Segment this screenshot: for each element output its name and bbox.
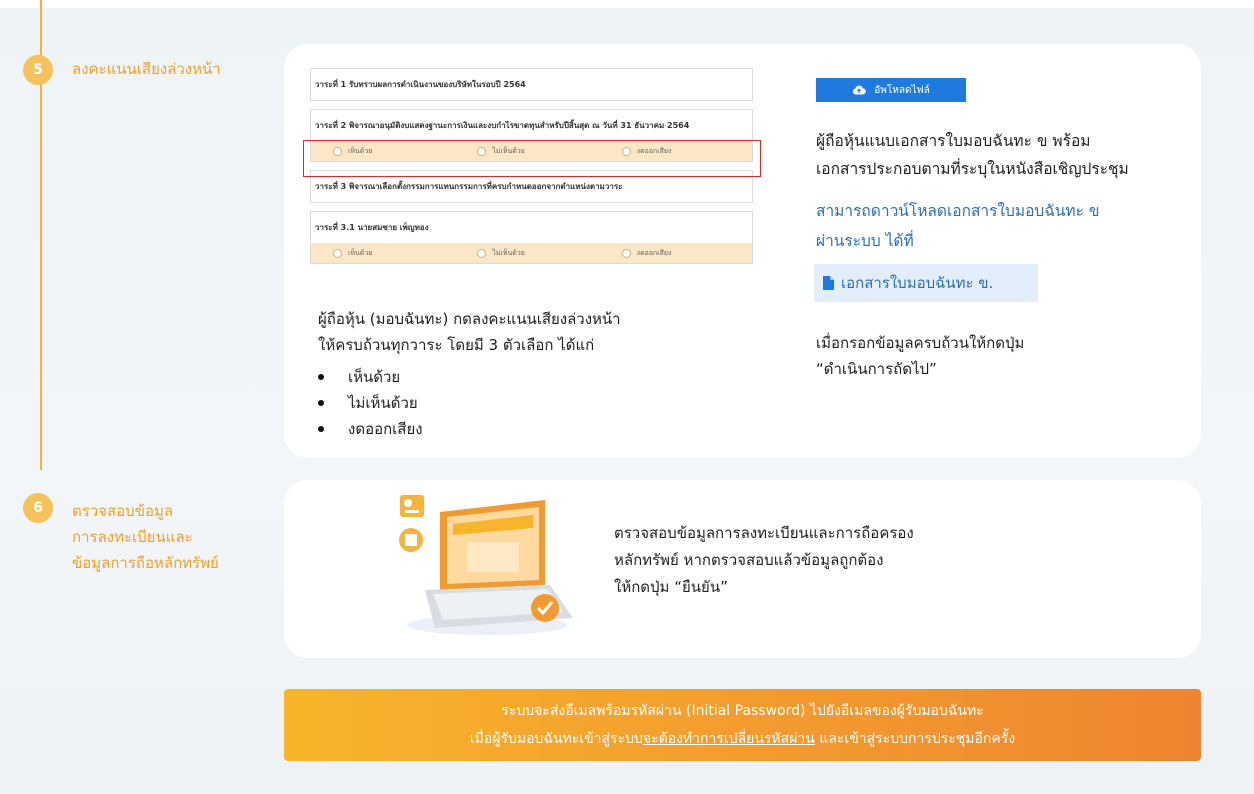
- attach-description: ผู้ถือหุ้นแนบเอกสารใบมอบฉันทะ ข พร้อม เอ…: [816, 127, 1129, 183]
- step-6-title-line: ข้อมูลการถือหลักทรัพย์: [72, 554, 219, 572]
- password-notice-banner: ระบบจะส่งอีเมลพร้อมรหัสผ่าน (Initial Pas…: [284, 689, 1201, 761]
- proxy-form-download-link[interactable]: เอกสารใบมอบฉันทะ ข.: [814, 264, 1038, 302]
- upload-file-button[interactable]: อัพโหลดไฟล์: [816, 78, 966, 102]
- laptop-illustration-icon: [399, 495, 573, 635]
- download-link-label: เอกสารใบมอบฉันทะ ข.: [841, 274, 994, 292]
- banner-text: เมื่อผู้รับมอบฉันทะเข้าสู่ระบบ: [469, 731, 643, 747]
- vote-label: เห็นด้วย: [348, 248, 373, 257]
- agenda-item: วาระที่ 1 รับทราบผลการดำเนินงานของบริษัท…: [310, 68, 753, 101]
- radio-button[interactable]: [621, 248, 631, 258]
- banner-line-2: เมื่อผู้รับมอบฉันทะเข้าสู่ระบบจะต้องทำกา…: [284, 728, 1201, 750]
- next-instruction: เมื่อกรอกข้อมูลครบถ้วนให้กดปุ่ม “ดำเนินก…: [816, 330, 1024, 382]
- attach-description-line: เอกสารประกอบตามที่ระบุในหนังสือเชิญประชุ…: [816, 160, 1129, 178]
- vote-option-disagree[interactable]: ไม่เห็นด้วย: [459, 248, 603, 259]
- upload-label: อัพโหลดไฟล์: [874, 84, 930, 96]
- agenda-title: วาระที่ 3.1 นายสมชาย เพ็ญทอง: [315, 223, 429, 232]
- cloud-upload-icon: [853, 85, 867, 95]
- download-instruction-line: สามารถดาวน์โหลดเอกสารใบมอบฉันทะ ข: [816, 202, 1100, 220]
- list-item: ไม่เห็นด้วย: [318, 390, 423, 416]
- next-instruction-line: “ดำเนินการถัดไป”: [816, 360, 937, 378]
- vote-label: งดออกเสียง: [636, 248, 672, 257]
- vote-description: ผู้ถือหุ้น (มอบฉันทะ) กดลงคะแนนเสียงล่วง…: [318, 306, 621, 358]
- banner-emphasis: จะต้องทำการเปลี่ยนรหัสผ่าน: [642, 731, 815, 747]
- list-item: เห็นด้วย: [318, 364, 423, 390]
- step-6-title-line: ตรวจสอบข้อมูล: [72, 502, 174, 520]
- radio-button[interactable]: [333, 248, 342, 258]
- list-item-label: เห็นด้วย: [348, 368, 401, 386]
- list-item-label: ไม่เห็นด้วย: [348, 394, 418, 412]
- vote-description-line: ให้ครบถ้วนทุกวาระ โดยมี 3 ตัวเลือก ได้แก…: [318, 336, 595, 354]
- vote-description-line: ผู้ถือหุ้น (มอบฉันทะ) กดลงคะแนนเสียงล่วง…: [318, 310, 621, 328]
- next-instruction-line: เมื่อกรอกข้อมูลครบถ้วนให้กดปุ่ม: [816, 334, 1025, 352]
- vote-label: ไม่เห็นด้วย: [492, 248, 525, 257]
- bullet-icon: [318, 374, 324, 380]
- step-6-title: ตรวจสอบข้อมูล การลงทะเบียนและ ข้อมูลการถ…: [72, 498, 219, 576]
- step-5-title: ลงคะแนนเสียงล่วงหน้า: [72, 60, 221, 78]
- step-6-title-line: การลงทะเบียนและ: [72, 528, 193, 546]
- document-icon: [823, 276, 834, 290]
- step-6-badge: 6: [23, 493, 53, 523]
- step-5-badge: 5: [23, 55, 53, 85]
- agenda-item: วาระที่ 3.1 นายสมชาย เพ็ญทอง เห็นด้วย ไม…: [310, 211, 753, 264]
- page-top-strip: [0, 0, 1254, 8]
- radio-button[interactable]: [477, 248, 487, 258]
- verify-description-line: ตรวจสอบข้อมูลการลงทะเบียนและการถือครอง: [614, 524, 914, 542]
- attach-description-line: ผู้ถือหุ้นแนบเอกสารใบมอบฉันทะ ข พร้อม: [816, 132, 1091, 150]
- step-number: 5: [33, 62, 43, 78]
- download-instruction: สามารถดาวน์โหลดเอกสารใบมอบฉันทะ ข ผ่านระ…: [816, 196, 1099, 256]
- agenda-title: วาระที่ 2 พิจารณาอนุมัติงบแสดงฐานะการเงิ…: [315, 121, 690, 130]
- vote-options-row: เห็นด้วย ไม่เห็นด้วย งดออกเสียง: [311, 243, 752, 263]
- vote-option-abstain[interactable]: งดออกเสียง: [604, 248, 748, 259]
- highlight-box: [303, 140, 761, 177]
- list-item: งดออกเสียง: [318, 416, 423, 442]
- bullet-icon: [318, 426, 324, 432]
- bullet-icon: [318, 400, 324, 406]
- agenda-title: วาระที่ 1 รับทราบผลการดำเนินงานของบริษัท…: [315, 80, 526, 89]
- vote-option-agree[interactable]: เห็นด้วย: [315, 248, 459, 259]
- verify-description-line: ให้กดปุ่ม “ยืนยัน”: [614, 578, 728, 596]
- step-number: 6: [33, 500, 43, 516]
- download-instruction-line: ผ่านระบบ ได้ที่: [816, 232, 914, 250]
- verify-description: ตรวจสอบข้อมูลการลงทะเบียนและการถือครอง ห…: [614, 520, 914, 601]
- verify-description-line: หลักทรัพย์ หากตรวจสอบแล้วข้อมูลถูกต้อง: [614, 551, 884, 569]
- vote-choices-list: เห็นด้วย ไม่เห็นด้วย งดออกเสียง: [318, 364, 423, 442]
- list-item-label: งดออกเสียง: [348, 420, 423, 438]
- banner-line-1: ระบบจะส่งอีเมลพร้อมรหัสผ่าน (Initial Pas…: [501, 703, 984, 719]
- banner-text: และเข้าสู่ระบบการประชุมอีกครั้ง: [814, 731, 1016, 747]
